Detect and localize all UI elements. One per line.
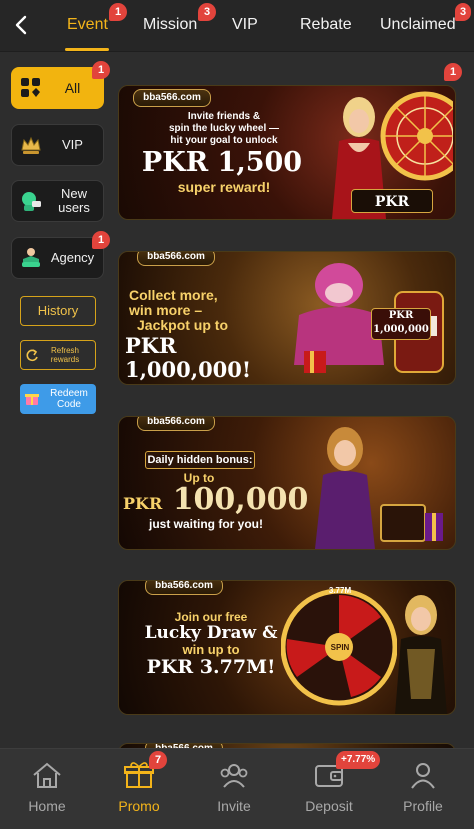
hostess-figure-icon (395, 595, 447, 714)
jackpot-tag-currency: PKR (388, 310, 414, 321)
sidebar-item-all[interactable]: All (11, 67, 104, 109)
tab-vip[interactable]: VIP (232, 14, 258, 38)
brand-logo: bba566.com (133, 89, 211, 107)
banner-amount-value: 100,000 (172, 482, 309, 517)
tab-event-badge: 1 (109, 3, 127, 21)
refresh-rewards-button[interactable]: Refresh rewards (20, 340, 96, 370)
banner-line: win more – (129, 302, 203, 318)
bottom-navigation: Home Promo 7 Invite Deposit +7.77% Profi… (0, 748, 474, 829)
refresh-rewards-label: Refresh rewards (50, 346, 80, 364)
chevron-left-icon (15, 15, 27, 35)
refresh-icon (26, 349, 38, 362)
banner-badge: 1 (444, 63, 462, 81)
top-tab-bar: Event 1 Mission 3 VIP Rebate Unclaimed 3 (0, 0, 474, 52)
promo-banner-invite[interactable]: bba566.com Invite friends & spin the luc… (118, 85, 456, 220)
banner-amount: PKR 1,000,000! (125, 333, 252, 382)
wheel-top-value: 3.77M (328, 586, 352, 595)
banner-headline: Daily hidden bonus: (145, 451, 255, 469)
history-button[interactable]: History (20, 296, 96, 326)
nav-label: Home (28, 798, 66, 814)
nav-deposit-badge: +7.77% (336, 751, 381, 769)
nav-invite[interactable]: Invite (187, 749, 281, 829)
promo-banner-jackpot[interactable]: 777 PKR 1,000,000 bba566.com Collect mor… (118, 251, 456, 385)
banner-amount: PKR 3.77M! (146, 656, 276, 678)
banner-amount: PKR 100,000 (123, 483, 313, 521)
agency-icon (22, 248, 40, 267)
nav-label: Promo (118, 798, 160, 814)
redeem-code-label: Redeem Code (50, 388, 88, 410)
hostess-figure-icon (315, 427, 375, 549)
active-tab-indicator (65, 48, 109, 51)
brand-logo: bba566.com (137, 417, 215, 431)
sidebar-item-label: VIP (62, 137, 83, 152)
banner-line: Jackpot up to (137, 317, 229, 333)
sidebar-item-label: New users (58, 186, 90, 215)
banner-line: hit your goal to unlock (170, 135, 278, 146)
profile-icon (411, 763, 435, 789)
reward-tag: PKR 1,500 (351, 189, 433, 219)
nav-label: Invite (217, 798, 251, 814)
nav-promo-badge: 7 (149, 751, 167, 769)
tab-unclaimed-badge: 3 (455, 3, 471, 21)
sidebar-item-vip[interactable]: VIP (11, 124, 104, 166)
promo-banner-hidden-bonus[interactable]: bba566.com Daily hidden bonus: Up to PKR… (118, 416, 456, 550)
tab-mission[interactable]: Mission (143, 14, 197, 38)
nav-deposit[interactable]: Deposit +7.77% (282, 749, 381, 829)
tab-event[interactable]: Event (67, 14, 108, 38)
back-button[interactable] (8, 10, 36, 40)
nav-label: Deposit (305, 798, 353, 814)
banner-tagline: just waiting for you! (149, 517, 263, 531)
sidebar-agency-badge: 1 (92, 231, 110, 249)
sidebar-all-badge: 1 (92, 61, 110, 79)
banner-currency: PKR (123, 494, 163, 513)
nav-label: Profile (403, 798, 443, 814)
redeem-code-button[interactable]: Redeem Code (20, 384, 96, 414)
tab-rebate[interactable]: Rebate (300, 14, 352, 38)
banner-line: Collect more, (129, 287, 218, 303)
grid-icon (21, 78, 40, 97)
sidebar-item-agency[interactable]: Agency (11, 237, 104, 279)
brand-logo: bba566.com (145, 581, 223, 595)
home-icon (33, 762, 61, 788)
banner-headline: Collect more, win more – Jackpot up to (125, 288, 295, 333)
nav-profile[interactable]: Profile (376, 749, 470, 829)
gift-code-icon (25, 394, 39, 405)
banner-line: Invite friends & (187, 111, 261, 122)
banner-tagline: super reward! (177, 179, 271, 195)
jackpot-tag: PKR 1,000,000 (371, 308, 431, 340)
promo-banner-lucky-draw[interactable]: 3.77M SPIN bba566.com Join our free Luck… (118, 580, 456, 715)
new-user-icon (22, 192, 41, 211)
nav-home[interactable]: Home (0, 749, 94, 829)
crown-icon (21, 136, 41, 154)
nav-promo[interactable]: Promo 7 (92, 749, 186, 829)
invite-icon (220, 764, 248, 788)
banner-amount: PKR 1,500 (141, 147, 303, 178)
brand-logo: bba566.com (137, 252, 215, 266)
treasure-chest-icon (380, 504, 443, 542)
sidebar-item-new-users[interactable]: New users (11, 180, 104, 222)
promo-screen: Event 1 Mission 3 VIP Rebate Unclaimed 3… (0, 0, 474, 829)
tab-unclaimed[interactable]: Unclaimed (380, 14, 456, 38)
tab-mission-badge: 3 (198, 3, 216, 21)
jackpot-tag-amount: 1,000,000 (373, 324, 429, 335)
banner-headline: Invite friends & spin the lucky wheel — … (129, 111, 319, 147)
banner-headline: Lucky Draw & (144, 623, 278, 643)
wheel-spin-label[interactable]: SPIN (325, 643, 355, 652)
banner-line: spin the lucky wheel — (168, 123, 280, 134)
